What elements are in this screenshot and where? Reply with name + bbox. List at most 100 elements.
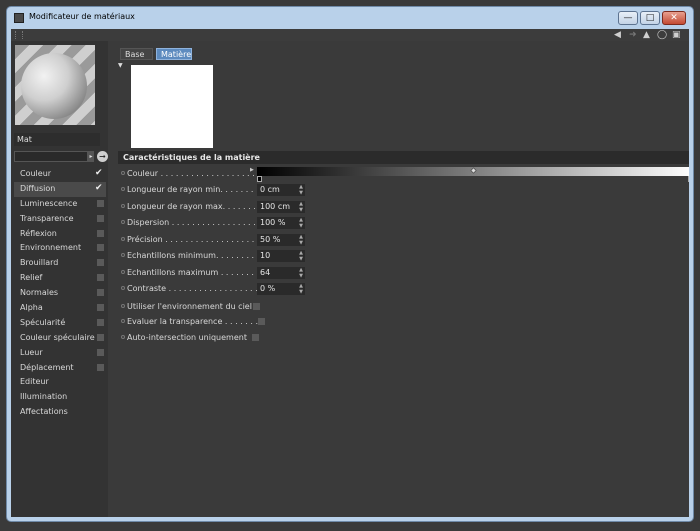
- tab-base[interactable]: Base: [120, 48, 153, 60]
- spinner-icon[interactable]: ▲ ▼: [299, 234, 303, 246]
- color-gradient[interactable]: ▶: [250, 166, 689, 182]
- lock-icon[interactable]: ◯: [657, 29, 667, 41]
- option-label: Utiliser l'environnement du ciel: [127, 302, 252, 311]
- param-value: 10: [260, 251, 271, 260]
- spinner-icon[interactable]: ▲ ▼: [299, 217, 303, 229]
- spinner-icon[interactable]: ▲ ▼: [299, 267, 303, 279]
- param-dot[interactable]: [121, 236, 125, 241]
- channel-item[interactable]: Luminescence: [14, 197, 106, 212]
- param-label: Couleur . . . . . . . . . . . . . . . . …: [127, 169, 270, 178]
- channel-checkbox[interactable]: [97, 318, 104, 326]
- channel-label: Environnement: [20, 243, 82, 253]
- cursor-icon[interactable]: ▲: [643, 29, 650, 41]
- gradient-arrow-icon[interactable]: ▶: [250, 167, 254, 173]
- spinner-icon[interactable]: ▲ ▼: [299, 201, 303, 213]
- channel-label: Affectations: [20, 407, 68, 417]
- param-value-field[interactable]: 10 ▲ ▼: [257, 250, 305, 262]
- channel-item[interactable]: Relief: [14, 271, 106, 286]
- channel-checkbox[interactable]: [97, 244, 104, 252]
- chevron-right-icon[interactable]: ▸: [88, 151, 94, 162]
- param-row: Dispersion . . . . . . . . . . . . . . .…: [121, 215, 681, 231]
- channel-item[interactable]: Diffusion ✔: [14, 181, 106, 197]
- param-dot[interactable]: [121, 319, 125, 324]
- channel-checkbox[interactable]: [97, 289, 104, 297]
- collapse-arrow-icon[interactable]: ▼: [118, 62, 123, 69]
- channel-label: Editeur: [20, 377, 49, 387]
- new-window-icon[interactable]: ▣: [672, 29, 681, 41]
- texture-thumbnail[interactable]: [131, 65, 213, 148]
- param-label: Echantillons maximum . . . . . . .: [127, 267, 254, 277]
- material-preview[interactable]: [15, 45, 95, 125]
- param-dot[interactable]: [121, 253, 125, 257]
- param-row: Longueur de rayon min. . . . . . . 0 cm ▲ ▼: [121, 182, 681, 198]
- channel-label: Couleur: [20, 169, 52, 178]
- minimize-button[interactable]: —: [618, 11, 638, 25]
- arrow-right-icon[interactable]: ➜: [629, 29, 637, 41]
- material-name[interactable]: Mat: [14, 133, 100, 146]
- param-value-field[interactable]: 50 % ▲ ▼: [257, 233, 305, 246]
- param-label: Longueur de rayon min. . . . . . .: [127, 185, 254, 194]
- close-button[interactable]: ✕: [662, 11, 686, 25]
- param-dot[interactable]: [121, 220, 125, 224]
- picker-icon[interactable]: ➞: [97, 151, 108, 162]
- option-checkbox[interactable]: [252, 333, 259, 341]
- param-value-field[interactable]: 100 cm ▲ ▼: [257, 200, 305, 213]
- param-value-field[interactable]: 0 cm ▲ ▼: [257, 184, 305, 196]
- tab-matiere[interactable]: Matière: [156, 48, 192, 60]
- channel-item[interactable]: Affectations: [14, 405, 106, 420]
- param-dot[interactable]: [121, 171, 125, 175]
- close-icon: ✕: [670, 13, 678, 23]
- channel-item[interactable]: Couleur ✔: [14, 167, 106, 182]
- channel-checkbox[interactable]: [97, 214, 104, 222]
- gradient-knob-white[interactable]: [688, 176, 689, 182]
- param-dot[interactable]: [121, 203, 125, 208]
- param-dot[interactable]: [121, 269, 125, 274]
- channel-checkbox[interactable]: [97, 348, 104, 356]
- channel-item[interactable]: Editeur: [14, 375, 106, 390]
- spinner-icon[interactable]: ▲ ▼: [299, 184, 303, 196]
- spinner-icon[interactable]: ▲ ▼: [299, 283, 303, 295]
- option-checkbox[interactable]: [253, 303, 260, 310]
- arrow-left-icon[interactable]: ◀: [614, 29, 621, 41]
- param-dot[interactable]: [121, 286, 125, 290]
- window-title: Modificateur de matériaux: [29, 12, 135, 21]
- channel-checkbox[interactable]: [97, 274, 104, 282]
- channel-item[interactable]: Spécularité: [14, 316, 106, 331]
- channel-item[interactable]: Normales: [14, 286, 106, 301]
- channel-checkbox[interactable]: [97, 304, 104, 312]
- param-dot[interactable]: [121, 187, 125, 191]
- check-mark-icon[interactable]: ✔: [95, 169, 104, 178]
- maximize-icon: □: [645, 13, 655, 23]
- channel-item[interactable]: Brouillard: [14, 256, 106, 271]
- channel-checkbox[interactable]: [97, 363, 104, 371]
- channel-checkbox[interactable]: [97, 229, 104, 237]
- param-dot[interactable]: [121, 334, 125, 339]
- channel-item[interactable]: Transparence: [14, 212, 106, 227]
- param-row: Longueur de rayon max. . . . . . . 100 cm…: [121, 199, 681, 215]
- channel-item[interactable]: Environnement: [14, 241, 106, 256]
- param-label: Précision . . . . . . . . . . . . . . . …: [127, 234, 255, 244]
- maximize-button[interactable]: □: [640, 11, 660, 25]
- check-mark-icon[interactable]: ✔: [95, 183, 104, 192]
- param-dot[interactable]: [121, 304, 125, 308]
- option-label: Auto-intersection uniquement: [127, 332, 247, 342]
- channel-label: Illumination: [20, 392, 68, 402]
- channel-checkbox[interactable]: [97, 259, 104, 267]
- param-value-field[interactable]: 64 ▲ ▼: [257, 266, 305, 279]
- channel-item[interactable]: Réflexion: [14, 227, 106, 242]
- param-value-field[interactable]: 100 % ▲ ▼: [257, 217, 305, 229]
- layer-field[interactable]: [14, 151, 88, 162]
- channel-item[interactable]: Lueur: [14, 346, 106, 361]
- grip-handle[interactable]: [15, 31, 23, 39]
- channel-item[interactable]: Déplacement: [14, 361, 106, 376]
- channel-item[interactable]: Alpha: [14, 301, 106, 316]
- channel-item[interactable]: Illumination: [14, 390, 106, 405]
- title-bar[interactable]: Modificateur de matériaux — □ ✕: [7, 7, 693, 29]
- option-checkbox[interactable]: [258, 318, 265, 326]
- channel-checkbox[interactable]: [97, 199, 104, 207]
- option-label: Evaluer la transparence . . . . . . .: [127, 317, 258, 327]
- spinner-icon[interactable]: ▲ ▼: [299, 250, 303, 262]
- channel-item[interactable]: Couleur spéculaire: [14, 331, 106, 346]
- channel-checkbox[interactable]: [97, 333, 104, 341]
- param-value-field[interactable]: 0 % ▲ ▼: [257, 283, 305, 295]
